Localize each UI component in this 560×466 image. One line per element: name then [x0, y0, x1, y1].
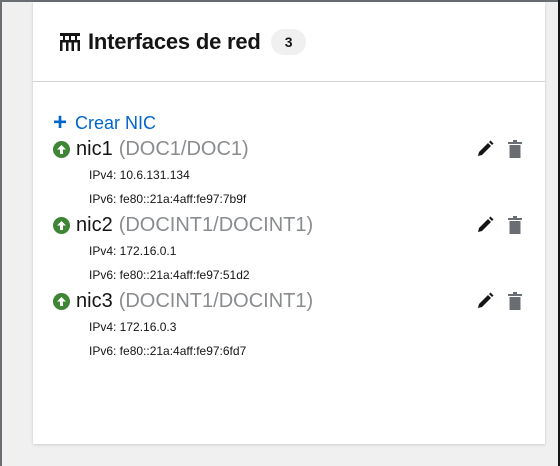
edit-icon[interactable] [475, 291, 495, 311]
nic-network: (DOC1/DOC1) [118, 137, 249, 160]
count-badge: 3 [270, 28, 307, 55]
ipv4-address: IPv4: 172.16.0.3 [89, 320, 177, 334]
create-nic-label: Crear NIC [75, 112, 157, 133]
delete-icon[interactable] [505, 291, 525, 311]
ipv4-address: IPv4: 172.16.0.1 [89, 244, 177, 258]
nic-item: nic3 (DOCINT1/DOCINT1) IPv4: 172.16.0.3 … [53, 287, 525, 363]
nic-name: nic1 [76, 137, 113, 160]
edit-icon[interactable] [475, 215, 495, 235]
nic-name: nic3 [76, 289, 113, 312]
create-nic-link[interactable]: + Crear NIC [53, 109, 157, 136]
card-body: + Crear NIC nic1 (DOC1/DOC1) IPv4: 10.6.… [33, 82, 545, 363]
ipv6-address: IPv6: fe80::21a:4aff:fe97:51d2 [89, 268, 250, 282]
nic-name: nic2 [76, 213, 113, 236]
plus-icon: + [53, 109, 68, 136]
card-title: Interfaces de red [88, 28, 261, 54]
status-up-icon [53, 292, 70, 310]
edit-icon[interactable] [475, 139, 495, 159]
nic-network: (DOCINT1/DOCINT1) [118, 289, 314, 312]
status-up-icon [53, 216, 70, 234]
delete-icon[interactable] [505, 215, 525, 235]
ipv6-address: IPv6: fe80::21a:4aff:fe97:7b9f [89, 192, 247, 206]
nic-item: nic1 (DOC1/DOC1) IPv4: 10.6.131.134 IPv6… [53, 135, 525, 211]
card-header: Interfaces de red 3 [33, 2, 545, 82]
status-up-icon [53, 140, 70, 158]
nic-network: (DOCINT1/DOCINT1) [118, 213, 314, 236]
ipv6-address: IPv6: fe80::21a:4aff:fe97:6fd7 [89, 344, 247, 358]
ipv4-address: IPv4: 10.6.131.134 [89, 168, 190, 182]
network-interfaces-card: Interfaces de red 3 + Crear NIC nic1 (DO… [33, 2, 545, 444]
delete-icon[interactable] [505, 139, 525, 159]
nic-item: nic2 (DOCINT1/DOCINT1) IPv4: 172.16.0.1 … [53, 211, 525, 287]
network-icon [59, 32, 81, 52]
window-border-left [0, 0, 2, 466]
